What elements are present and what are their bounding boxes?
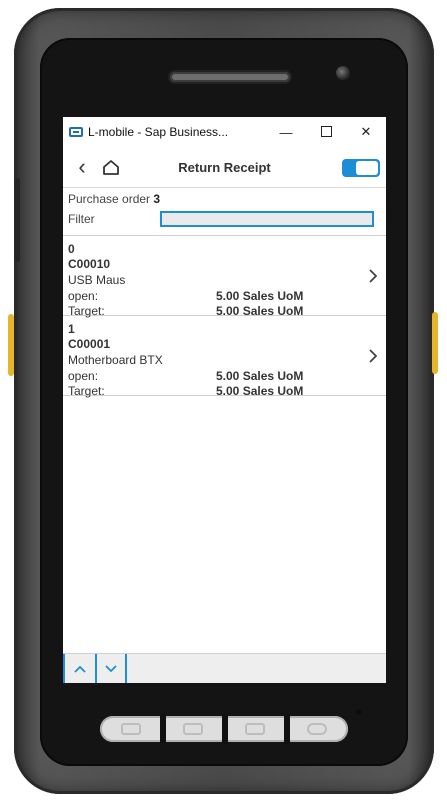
open-value: 5.00 Sales UoM — [216, 289, 304, 303]
left-scan-button — [8, 314, 14, 376]
search-key-icon[interactable] — [307, 723, 327, 735]
home-button[interactable] — [97, 159, 125, 175]
item-name: Motherboard BTX — [68, 353, 163, 367]
earpiece-speaker — [170, 72, 290, 82]
item-index: 0 — [68, 242, 75, 256]
list-item[interactable]: 0 C00010 USB Maus open: 5.00 Sales UoM T… — [63, 236, 386, 318]
nav-bar: ‹ Return Receipt — [63, 147, 386, 188]
microphone — [356, 709, 362, 715]
key-separator — [284, 713, 290, 745]
open-label: open: — [68, 369, 99, 383]
item-code: C00010 — [68, 257, 111, 271]
scroll-down-button[interactable] — [95, 654, 127, 683]
close-button[interactable]: ✕ — [346, 124, 386, 140]
order-header: Purchase order 3 Filter — [63, 188, 386, 229]
open-value: 5.00 Sales UoM — [216, 369, 304, 383]
home-icon — [103, 160, 119, 175]
target-value: 5.00 Sales UoM — [216, 384, 304, 398]
filter-row: Filter — [68, 209, 381, 229]
chevron-down-icon — [105, 665, 117, 673]
filter-input[interactable] — [160, 211, 374, 227]
key-separator — [222, 713, 228, 745]
back-key-icon[interactable] — [245, 723, 265, 735]
maximize-icon — [320, 125, 332, 137]
window-titlebar: L-mobile - Sap Business... — ✕ — [63, 117, 386, 147]
right-scan-button — [432, 312, 438, 374]
filter-label: Filter — [68, 212, 95, 226]
chevron-up-icon — [74, 665, 86, 673]
bottom-bar — [63, 653, 386, 683]
item-index: 1 — [68, 322, 75, 336]
item-code: C00001 — [68, 337, 111, 351]
purchase-order-value: 3 — [153, 192, 161, 206]
hardware-keys — [100, 713, 348, 745]
open-label: open: — [68, 289, 99, 303]
item-name: USB Maus — [68, 273, 126, 287]
purchase-order-line: Purchase order 3 — [68, 192, 381, 209]
target-row: Target: 5.00 Sales UoM — [68, 384, 381, 399]
mode-toggle[interactable] — [342, 159, 380, 177]
app-screen: L-mobile - Sap Business... — ✕ ‹ Return … — [63, 117, 386, 683]
open-row: open: 5.00 Sales UoM — [68, 289, 381, 304]
minimize-button[interactable]: — — [266, 125, 306, 140]
maximize-button[interactable] — [306, 125, 346, 140]
toggle-knob — [356, 161, 378, 175]
home-key-icon[interactable] — [183, 723, 203, 735]
open-row: open: 5.00 Sales UoM — [68, 369, 381, 384]
back-button[interactable]: ‹ — [67, 154, 97, 180]
key-separator — [160, 713, 166, 745]
app-icon — [69, 127, 83, 137]
list-item[interactable]: 1 C00001 Motherboard BTX open: 5.00 Sale… — [63, 316, 386, 399]
chevron-right-icon — [369, 349, 378, 363]
menu-key-icon[interactable] — [121, 723, 141, 735]
purchase-order-label: Purchase order — [68, 192, 151, 206]
scroll-up-button[interactable] — [63, 654, 95, 683]
target-label: Target: — [68, 384, 105, 398]
chevron-right-icon — [369, 269, 378, 283]
side-volume-button — [15, 178, 20, 262]
front-camera — [336, 66, 350, 80]
window-title: L-mobile - Sap Business... — [88, 125, 229, 139]
